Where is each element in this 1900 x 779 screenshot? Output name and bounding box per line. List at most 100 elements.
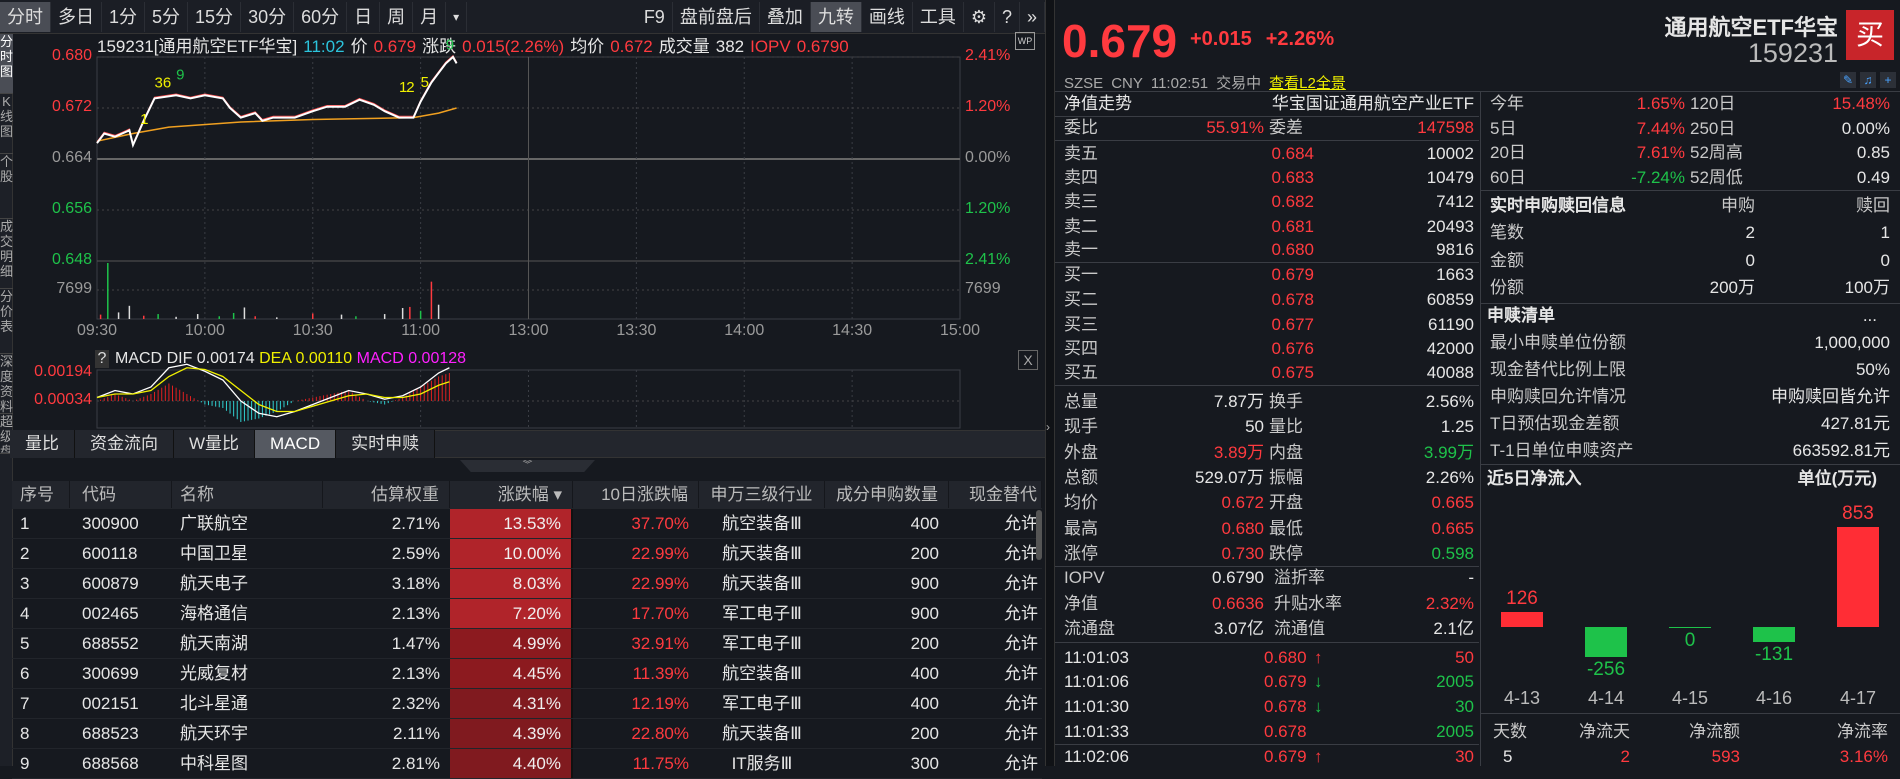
time-axis-label: 10:30 <box>292 322 333 339</box>
table-row[interactable]: 3 600879 航天电子 3.18% 8.03% 22.99% 航天装备Ⅲ 900 允许 <box>12 569 1042 599</box>
add-icon[interactable]: + <box>1880 72 1896 88</box>
flow-summary-header: 天数 <box>1493 722 1527 741</box>
stat-value: 0.665 <box>1431 493 1474 513</box>
column-header[interactable]: 涨跌幅 ▾ <box>450 481 573 508</box>
indicator-tab[interactable]: MACD <box>255 430 337 458</box>
table-cell: 4.99% <box>450 629 573 658</box>
expand-chevron-icon[interactable]: ︾ <box>460 460 595 472</box>
column-header[interactable]: 10日涨跌幅 <box>573 481 699 508</box>
stat-label: 换手 <box>1269 392 1303 411</box>
panel-splitter[interactable] <box>1045 0 1055 766</box>
creation-title: 实时申购赎回信息 <box>1490 196 1626 215</box>
divider <box>1055 642 1479 643</box>
trade-price: 0.679 <box>1264 672 1307 691</box>
etf-stat-value: 0.6636 <box>1212 593 1264 613</box>
table-cell: 688568 <box>82 754 139 773</box>
ask-row: 卖二 0.681 20493 <box>1064 215 1474 239</box>
buy-button[interactable]: 买 <box>1846 10 1894 60</box>
flow-date-label: 4-17 <box>1839 688 1877 708</box>
column-header[interactable]: 序号 <box>12 481 70 508</box>
bid-level-label: 买四 <box>1064 339 1098 358</box>
indicator-tab[interactable]: 资金流向 <box>75 430 174 458</box>
bell-icon[interactable]: ♫ <box>1860 72 1876 88</box>
ask-row: 卖三 0.682 7412 <box>1064 190 1474 214</box>
exchange: SZSE <box>1064 75 1104 92</box>
table-cell: 2.11% <box>393 724 440 743</box>
table-row[interactable]: 1 300900 广联航空 2.71% 13.53% 37.70% 航空装备Ⅲ 400 允许 <box>12 509 1042 539</box>
table-cell: 航空装备Ⅲ <box>722 664 802 683</box>
table-cell: 7 <box>20 694 30 713</box>
etf-stat-row: 净值 0.6636 升贴水率 2.32% <box>1064 592 1474 616</box>
table-row[interactable]: 2 600118 中国卫星 2.59% 10.00% 22.99% 航天装备Ⅲ 200 允许 <box>12 539 1042 569</box>
stat-value: 0.665 <box>1431 518 1474 538</box>
arrow-down-icon: ↓ <box>1314 672 1323 691</box>
divider <box>1055 744 1479 745</box>
flow-chart-title: 近5日净流入 <box>1487 469 1582 488</box>
security-code: 159231 <box>1747 38 1838 68</box>
table-cell: 32.91% <box>631 634 689 653</box>
stat-row: 总量 7.87万 换手 2.56% <box>1064 390 1474 414</box>
table-row[interactable]: 8 688523 航天环宇 2.11% 4.39% 22.80% 航天装备Ⅲ 200 允许 <box>12 719 1042 749</box>
etf-stat-row: 流通盘 3.07亿 流通值 2.1亿 <box>1064 617 1474 641</box>
stat-label: 内盘 <box>1269 442 1303 462</box>
quote-time: 11:02:51 <box>1150 75 1209 92</box>
table-row[interactable]: 6 300699 光威复材 2.13% 4.45% 11.39% 航空装备Ⅲ 400 允许 <box>12 659 1042 689</box>
trade-time: 11:01:03 <box>1064 648 1129 667</box>
edit-icon[interactable]: ✎ <box>1840 72 1856 88</box>
bid-price: 0.676 <box>1271 339 1314 358</box>
table-cell: 600118 <box>82 544 138 563</box>
ask-price: 0.682 <box>1271 192 1314 211</box>
flow-summary-header: 净流额 <box>1689 722 1740 741</box>
stat-value: 0.680 <box>1221 518 1264 538</box>
collapse-panel-icon[interactable]: › <box>1046 420 1050 434</box>
creation-col-header: 申购 <box>1721 196 1755 215</box>
ask-row: 卖四 0.683 10479 <box>1064 166 1474 190</box>
column-header[interactable]: 名称 <box>172 481 323 508</box>
table-cell: 中科星图 <box>180 754 248 773</box>
time-axis-label: 09:30 <box>76 322 118 339</box>
column-header[interactable]: 申万三级行业 <box>699 481 825 508</box>
time-axis-label: 15:00 <box>939 322 981 339</box>
pcf-value: 663592.81元 <box>1792 441 1890 460</box>
percent-axis-label: 0.00% <box>965 149 1011 166</box>
l2-link[interactable]: 查看L2全景 <box>1269 75 1346 92</box>
column-header[interactable]: 成分申购数量 <box>825 481 949 508</box>
return-label: 5日 <box>1490 118 1517 138</box>
column-header[interactable]: 代码 <box>70 481 172 508</box>
close-icon[interactable]: X <box>1018 350 1038 370</box>
table-row[interactable]: 9 688568 中科星图 2.81% 4.40% 11.75% IT服务Ⅲ 300 允许 <box>12 749 1042 779</box>
table-scrollbar[interactable] <box>1036 510 1042 560</box>
nav-trend-link[interactable]: 净值走势 <box>1064 92 1132 116</box>
table-cell: 11.75% <box>632 754 689 773</box>
percent-axis-label: 2.41% <box>965 47 1011 64</box>
table-cell: 允许 <box>1004 574 1038 593</box>
table-row[interactable]: 5 688552 航天南湖 1.47% 4.99% 32.91% 军工电子Ⅲ 200 允许 <box>12 629 1042 659</box>
table-cell: 2.32% <box>391 694 440 713</box>
indicator-tab[interactable]: 量比 <box>10 430 75 458</box>
etf-stat-row: IOPV 0.6790 溢折率 - <box>1064 566 1474 590</box>
column-header[interactable]: 估算权重 <box>323 481 450 508</box>
etf-stat-label: 升贴水率 <box>1274 593 1342 613</box>
nine-turn-label: 1 <box>140 111 148 128</box>
indicator-tab[interactable]: 实时申赎 <box>336 430 436 458</box>
return-label: 52周低 <box>1690 167 1743 187</box>
pcf-label: 现金替代比例上限 <box>1490 360 1626 379</box>
flow-value-label: 0 <box>1684 630 1696 651</box>
table-cell: 688552 <box>82 634 139 653</box>
pcf-value: 1,000,000 <box>1814 333 1890 352</box>
table-row[interactable]: 7 002151 北斗星通 2.32% 4.31% 12.19% 军工电子Ⅲ 400 允许 <box>12 689 1042 719</box>
indicator-tab[interactable]: W量比 <box>174 430 256 458</box>
stat-row: 最高 0.680 最低 0.665 <box>1064 517 1474 541</box>
macd-help-button[interactable]: ? <box>95 350 109 368</box>
return-label: 250日 <box>1690 118 1736 138</box>
table-cell: IT服务Ⅲ <box>731 754 793 773</box>
table-cell: 军工电子Ⅲ <box>722 604 802 623</box>
table-row[interactable]: 4 002465 海格通信 2.13% 7.20% 17.70% 军工电子Ⅲ 900 允许 <box>12 599 1042 629</box>
ask-level-label: 卖二 <box>1064 217 1098 236</box>
divider <box>1480 91 1481 766</box>
nine-turn-label: 5 <box>421 74 429 91</box>
table-cell: 海格通信 <box>180 604 248 623</box>
column-header[interactable]: 现金替代 <box>949 481 1042 508</box>
more-button[interactable]: ... <box>1863 304 1877 328</box>
table-cell: 7.20% <box>450 599 573 628</box>
